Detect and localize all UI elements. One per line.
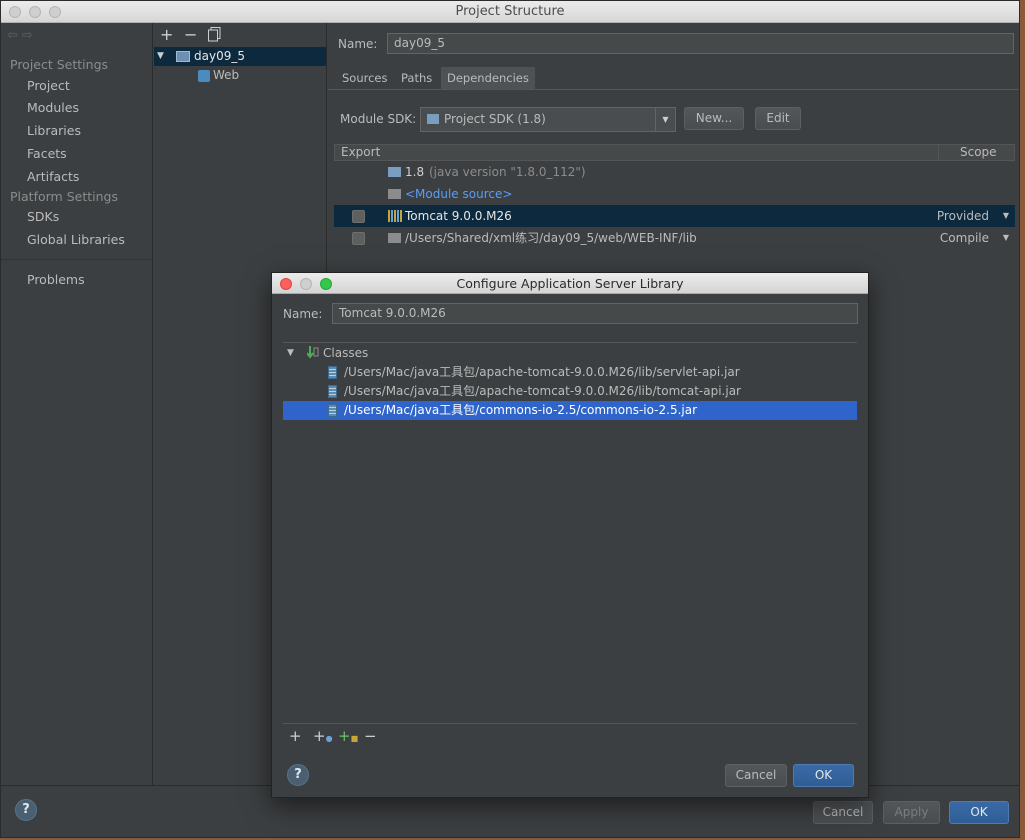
list-item[interactable]: /Users/Mac/java工具包/apache-tomcat-9.0.0.M… <box>283 363 857 382</box>
project-settings-header: Project Settings <box>10 57 109 72</box>
help-button[interactable]: ? <box>15 799 37 821</box>
sdk-folder-icon <box>388 167 401 177</box>
dependencies-table: Export Scope 1.8 (java version "1.8.0_11… <box>334 144 1015 264</box>
dependency-scope[interactable]: Compile <box>940 227 989 249</box>
table-row[interactable]: <Module source> <box>334 183 1015 205</box>
expand-arrow-icon[interactable]: ▼ <box>157 47 164 66</box>
web-facet-icon <box>198 70 210 82</box>
tab-dependencies[interactable]: Dependencies <box>441 67 535 89</box>
attach-jar-directories-icon[interactable]: +■ <box>338 727 358 745</box>
tree-item-label: Web <box>213 68 240 82</box>
dependency-name: <Module source> <box>405 187 513 201</box>
tree-item-web[interactable]: Web <box>154 66 326 85</box>
back-arrow-icon[interactable]: ⇦ <box>7 28 22 43</box>
classes-root[interactable]: ▼ Classes <box>283 344 857 363</box>
list-item[interactable]: /Users/Mac/java工具包/commons-io-2.5/common… <box>283 401 857 420</box>
dialog-titlebar: Configure Application Server Library <box>272 273 868 294</box>
help-button[interactable]: ? <box>287 764 309 786</box>
dependency-name: Tomcat 9.0.0.M26 <box>405 209 512 223</box>
jar-path: /Users/Mac/java工具包/apache-tomcat-9.0.0.M… <box>344 384 741 398</box>
tab-paths[interactable]: Paths <box>395 67 438 89</box>
settings-sidebar: ⇦⇨ Project Settings Project Modules Libr… <box>1 23 153 785</box>
sidebar-item-facets[interactable]: Facets <box>27 146 67 161</box>
export-checkbox[interactable] <box>352 210 365 223</box>
table-header: Export Scope <box>334 144 1015 161</box>
cancel-button[interactable]: Cancel <box>725 764 787 787</box>
module-sdk-value: Project SDK (1.8) <box>444 112 546 126</box>
platform-settings-header: Platform Settings <box>10 189 118 204</box>
table-row[interactable]: Tomcat 9.0.0.M26 Provided ▼ <box>334 205 1015 227</box>
toolbar-divider <box>283 723 857 724</box>
back-forward-arrows[interactable]: ⇦⇨ <box>7 28 37 43</box>
ok-button[interactable]: OK <box>949 801 1009 824</box>
tab-divider <box>328 89 1019 90</box>
chevron-down-icon[interactable]: ▼ <box>1003 227 1009 249</box>
chevron-down-icon[interactable]: ▼ <box>655 108 675 131</box>
attach-files-icon[interactable]: +● <box>313 727 333 745</box>
ok-button[interactable]: OK <box>793 764 854 787</box>
new-sdk-button[interactable]: New... <box>684 107 744 130</box>
remove-root-button[interactable]: − <box>364 727 377 745</box>
export-checkbox[interactable] <box>352 232 365 245</box>
window-title: Project Structure <box>455 4 565 19</box>
tree-item-day09-5[interactable]: ▼ day09_5 <box>154 47 326 66</box>
expand-arrow-icon[interactable]: ▼ <box>287 344 294 363</box>
sidebar-item-project[interactable]: Project <box>27 78 70 93</box>
classes-tree: ▼ Classes /Users/Mac/java工具包/apache-tomc… <box>283 342 857 724</box>
dependency-name: /Users/Shared/xml练习/day09_5/web/WEB-INF/… <box>405 231 697 245</box>
sidebar-item-problems[interactable]: Problems <box>27 272 85 287</box>
sidebar-divider <box>1 259 152 260</box>
chevron-down-icon[interactable]: ▼ <box>1003 205 1009 227</box>
dialog-title: Configure Application Server Library <box>456 276 684 291</box>
tab-sources[interactable]: Sources <box>336 67 394 89</box>
module-sdk-select[interactable]: Project SDK (1.8) ▼ <box>420 107 676 132</box>
sdk-folder-icon <box>427 114 439 124</box>
module-sdk-label: Module SDK: <box>340 112 417 126</box>
jar-icon <box>328 366 337 379</box>
classes-icon <box>306 346 319 360</box>
sidebar-item-sdks[interactable]: SDKs <box>27 209 59 224</box>
table-row[interactable]: 1.8 (java version "1.8.0_112") <box>334 161 1015 183</box>
library-icon <box>388 210 402 222</box>
jar-path: /Users/Mac/java工具包/commons-io-2.5/common… <box>344 403 698 417</box>
library-name-label: Name: <box>283 307 323 321</box>
module-name-field[interactable]: day09_5 <box>387 33 1014 54</box>
module-name-label: Name: <box>338 37 378 51</box>
classes-label: Classes <box>323 346 369 360</box>
configure-server-library-dialog: Configure Application Server Library Nam… <box>271 272 869 798</box>
jar-icon <box>328 385 337 398</box>
module-folder-icon <box>176 51 190 62</box>
apply-button[interactable]: Apply <box>883 801 940 824</box>
sidebar-item-modules[interactable]: Modules <box>27 100 79 115</box>
sidebar-item-libraries[interactable]: Libraries <box>27 123 81 138</box>
dependency-name: 1.8 <box>405 165 425 179</box>
scope-column-header: Scope <box>960 145 997 159</box>
library-name-field[interactable]: Tomcat 9.0.0.M26 <box>332 303 858 324</box>
column-divider <box>938 145 939 160</box>
jar-path: /Users/Mac/java工具包/apache-tomcat-9.0.0.M… <box>344 365 740 379</box>
folder-icon <box>388 233 401 243</box>
window-titlebar: Project Structure <box>1 1 1019 23</box>
jar-icon <box>328 404 337 417</box>
forward-arrow-icon[interactable]: ⇨ <box>22 28 37 43</box>
dependency-detail: (java version "1.8.0_112") <box>429 165 586 179</box>
module-source-folder-icon <box>388 189 401 199</box>
tree-item-label: day09_5 <box>194 49 245 63</box>
edit-sdk-button[interactable]: Edit <box>755 107 801 130</box>
add-module-button[interactable]: + <box>160 25 173 44</box>
table-row[interactable]: /Users/Shared/xml练习/day09_5/web/WEB-INF/… <box>334 227 1015 249</box>
sidebar-item-global-libraries[interactable]: Global Libraries <box>27 232 125 247</box>
export-column-header: Export <box>341 145 381 159</box>
sidebar-item-artifacts[interactable]: Artifacts <box>27 169 79 184</box>
add-root-button[interactable]: + <box>289 727 302 745</box>
remove-module-button[interactable]: − <box>184 25 197 44</box>
cancel-button[interactable]: Cancel <box>813 801 873 824</box>
list-item[interactable]: /Users/Mac/java工具包/apache-tomcat-9.0.0.M… <box>283 382 857 401</box>
copy-module-icon[interactable] <box>208 27 221 46</box>
dependency-scope[interactable]: Provided <box>937 205 989 227</box>
